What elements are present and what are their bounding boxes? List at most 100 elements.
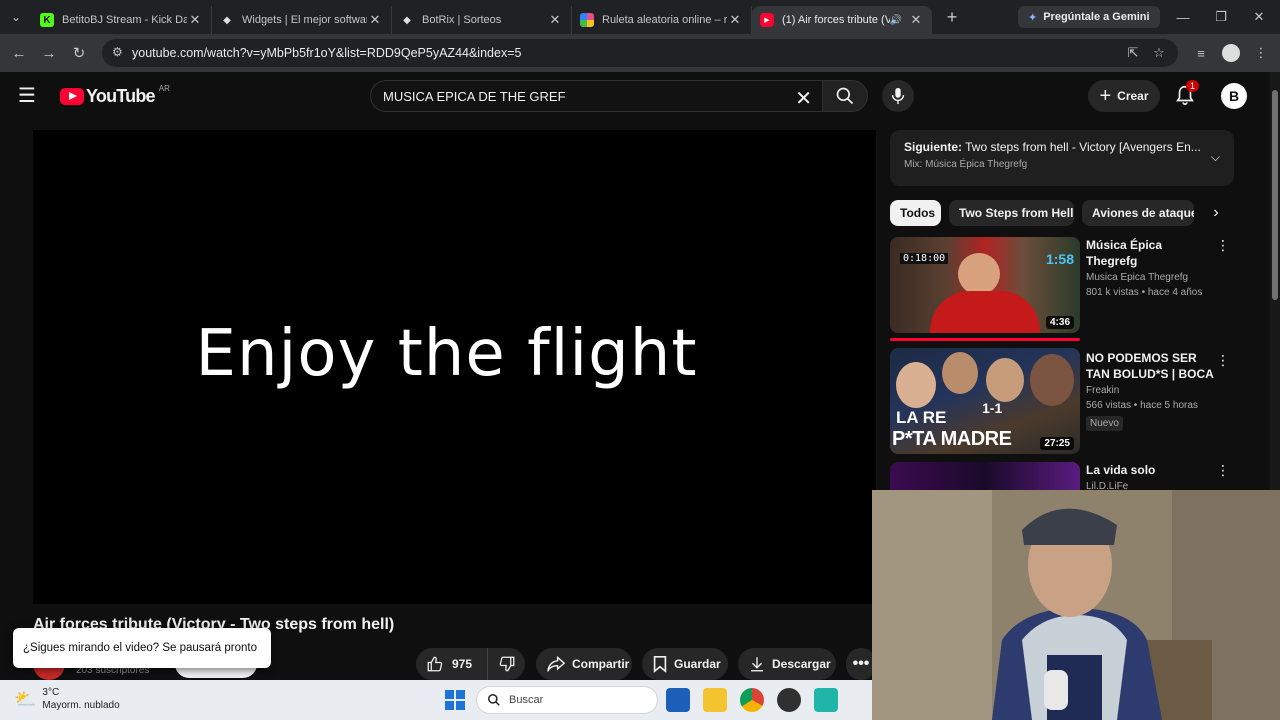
- kebab-menu-icon[interactable]: ⋮: [1216, 462, 1230, 479]
- webcam-person-image: [872, 490, 1280, 720]
- obs-app-icon[interactable]: [777, 688, 801, 712]
- player-face-4: [1030, 354, 1074, 406]
- share-button[interactable]: Compartir: [536, 648, 632, 680]
- rec-title[interactable]: NO PODEMOS SER TAN BOLUD*S | BOCA 1-1 ..…: [1086, 350, 1214, 382]
- weather-widget[interactable]: ⛅ 3°C Mayorm. nublado: [14, 686, 120, 712]
- close-window-button[interactable]: ✕: [1240, 0, 1278, 34]
- media-controls-icon[interactable]: ≡: [1186, 38, 1216, 68]
- browser-tab-5-active[interactable]: ▶ (1) Air forces tribute (Vi 🔊 ✕: [752, 6, 932, 34]
- thumb-text-line2: P*TA MADRE: [892, 428, 1012, 450]
- like-dislike-group: 975: [416, 648, 525, 680]
- rec-channel[interactable]: Lil.D.LiFe: [1086, 481, 1214, 490]
- chip-attack-planes[interactable]: Aviones de ataque: [1082, 200, 1194, 226]
- rec-channel[interactable]: Freakin: [1086, 385, 1214, 396]
- bookmark-icon: [653, 655, 667, 673]
- kebab-menu-icon[interactable]: ⋮: [1216, 352, 1230, 369]
- tab-close-icon[interactable]: ✕: [187, 12, 203, 28]
- create-button[interactable]: + Crear: [1088, 80, 1160, 112]
- clear-search-icon[interactable]: ✕: [795, 86, 812, 111]
- video-frame-caption: Enjoy the flight: [195, 317, 698, 391]
- still-watching-toast[interactable]: ¿Sigues mirando el video? Se pausará pro…: [13, 628, 271, 668]
- hamburger-menu-icon[interactable]: ☰: [18, 86, 42, 106]
- browser-tab-3[interactable]: ◆ BotRix | Sorteos ✕: [392, 6, 572, 34]
- chevron-down-icon[interactable]: ⌵: [1211, 150, 1220, 165]
- rec-title[interactable]: Música Épica Thegrefg: [1086, 237, 1214, 269]
- video-thumbnail[interactable]: 0:18:00 1:58 4:36: [890, 237, 1080, 333]
- tab-search-chevron-icon[interactable]: ⌄: [0, 0, 32, 34]
- speaker-icon[interactable]: 🔊: [890, 15, 902, 26]
- thumbs-up-icon: [427, 656, 443, 672]
- youtube-favicon-icon: ▶: [760, 13, 774, 27]
- kebab-menu-icon[interactable]: ⋮: [1216, 237, 1230, 254]
- tab-close-icon[interactable]: ✕: [547, 12, 563, 28]
- tab-close-icon[interactable]: ✕: [727, 12, 743, 28]
- store-app-icon[interactable]: [666, 688, 690, 712]
- up-next-prefix: Siguiente:: [904, 140, 963, 154]
- minimize-button[interactable]: —: [1164, 0, 1202, 34]
- video-thumbnail[interactable]: 1-1 LA RE P*TA MADRE 27:25: [890, 348, 1080, 454]
- notifications-button[interactable]: 1: [1174, 80, 1200, 108]
- playlist-up-next-panel[interactable]: Siguiente: Two steps from hell - Victory…: [890, 130, 1234, 186]
- search-input[interactable]: MUSICA EPICA DE THE GREF ✕: [370, 80, 822, 112]
- chip-two-steps[interactable]: Two Steps from Hell: [949, 200, 1074, 226]
- player-face-1: [896, 362, 936, 408]
- filter-chips: Todos Two Steps from Hell Aviones de ata…: [890, 200, 1230, 226]
- thumb-score-text: 1-1: [982, 400, 1003, 416]
- recommendation-item[interactable]: La vida solo Lil.D.LiFe ⋮: [890, 462, 1234, 490]
- file-explorer-icon[interactable]: [703, 688, 727, 712]
- youtube-play-icon: [60, 88, 84, 105]
- forward-arrow-icon[interactable]: →: [34, 38, 64, 68]
- bookmark-star-icon[interactable]: ☆: [1144, 38, 1174, 68]
- tab-close-icon[interactable]: ✕: [367, 12, 383, 28]
- reload-icon[interactable]: ↻: [64, 38, 94, 68]
- cloud-sun-icon: ⛅: [14, 688, 37, 709]
- address-bar[interactable]: ⚙ youtube.com/watch?v=yMbPb5fr1oY&list=R…: [102, 39, 1178, 67]
- new-tab-button[interactable]: +: [938, 7, 966, 28]
- download-button[interactable]: Descargar: [738, 648, 836, 680]
- tab-title: Ruleta aleatoria online – rul: [602, 14, 727, 26]
- tab-title: BetitoBJ Stream - Kick Dash: [62, 14, 187, 26]
- browser-tab-2[interactable]: ◆ Widgets | El mejor software ✕: [212, 6, 392, 34]
- chrome-taskbar-icon[interactable]: [740, 688, 764, 712]
- video-player[interactable]: Enjoy the flight: [33, 130, 876, 604]
- video-thumbnail[interactable]: [890, 462, 1080, 490]
- recommendation-item[interactable]: 1-1 LA RE P*TA MADRE 27:25 NO PODEMOS SE…: [890, 348, 1234, 456]
- chrome-menu-icon[interactable]: ⋮: [1246, 38, 1276, 68]
- like-button[interactable]: 975: [416, 648, 488, 680]
- windows-start-icon[interactable]: [445, 690, 465, 710]
- taskbar-search[interactable]: Buscar: [476, 686, 658, 714]
- browser-tab-4[interactable]: Ruleta aleatoria online – rul ✕: [572, 6, 752, 34]
- microphone-icon: [891, 87, 905, 105]
- youtube-logo[interactable]: YouTube AR: [60, 84, 170, 107]
- voice-search-button[interactable]: [882, 80, 914, 112]
- up-next-title: Two steps from hell - Victory [Avengers …: [965, 140, 1200, 154]
- widgets-favicon-icon: ◆: [223, 14, 231, 26]
- search-button[interactable]: [822, 80, 868, 112]
- windows-taskbar: ⛅ 3°C Mayorm. nublado Buscar: [0, 680, 872, 720]
- notification-count-badge: 1: [1186, 80, 1200, 92]
- botrix-favicon-icon: ◆: [403, 14, 411, 26]
- site-info-icon[interactable]: ⚙: [112, 45, 123, 59]
- chip-all[interactable]: Todos: [890, 200, 941, 226]
- maximize-button[interactable]: ❐: [1202, 0, 1240, 34]
- rec-channel[interactable]: Musica Epica Thegrefg: [1086, 272, 1214, 283]
- back-arrow-icon[interactable]: ←: [4, 38, 34, 68]
- tab-title: (1) Air forces tribute (Vi: [782, 14, 890, 26]
- scrollbar-thumb[interactable]: [1272, 90, 1278, 300]
- download-label: Descargar: [772, 657, 831, 671]
- gemini-button[interactable]: ✦ Pregúntale a Gemini: [1018, 6, 1160, 28]
- gemini-label: Pregúntale a Gemini: [1043, 11, 1150, 23]
- profile-icon[interactable]: [1216, 38, 1246, 68]
- search-icon: [836, 87, 854, 105]
- chevron-right-icon[interactable]: ›: [1206, 200, 1226, 226]
- tab-close-icon[interactable]: ✕: [908, 12, 924, 28]
- rec-title[interactable]: La vida solo: [1086, 462, 1214, 478]
- dislike-button[interactable]: [488, 655, 525, 673]
- notepad-app-icon[interactable]: [814, 688, 838, 712]
- account-avatar[interactable]: B: [1221, 83, 1247, 109]
- recommendation-item[interactable]: 0:18:00 1:58 4:36 Música Épica Thegrefg …: [890, 237, 1234, 345]
- page-scrollbar[interactable]: [1270, 72, 1280, 490]
- browser-tab-1[interactable]: K BetitoBJ Stream - Kick Dash ✕: [32, 6, 212, 34]
- url-text: youtube.com/watch?v=yMbPb5fr1oY&list=RDD…: [132, 46, 522, 60]
- save-button[interactable]: Guardar: [642, 648, 728, 680]
